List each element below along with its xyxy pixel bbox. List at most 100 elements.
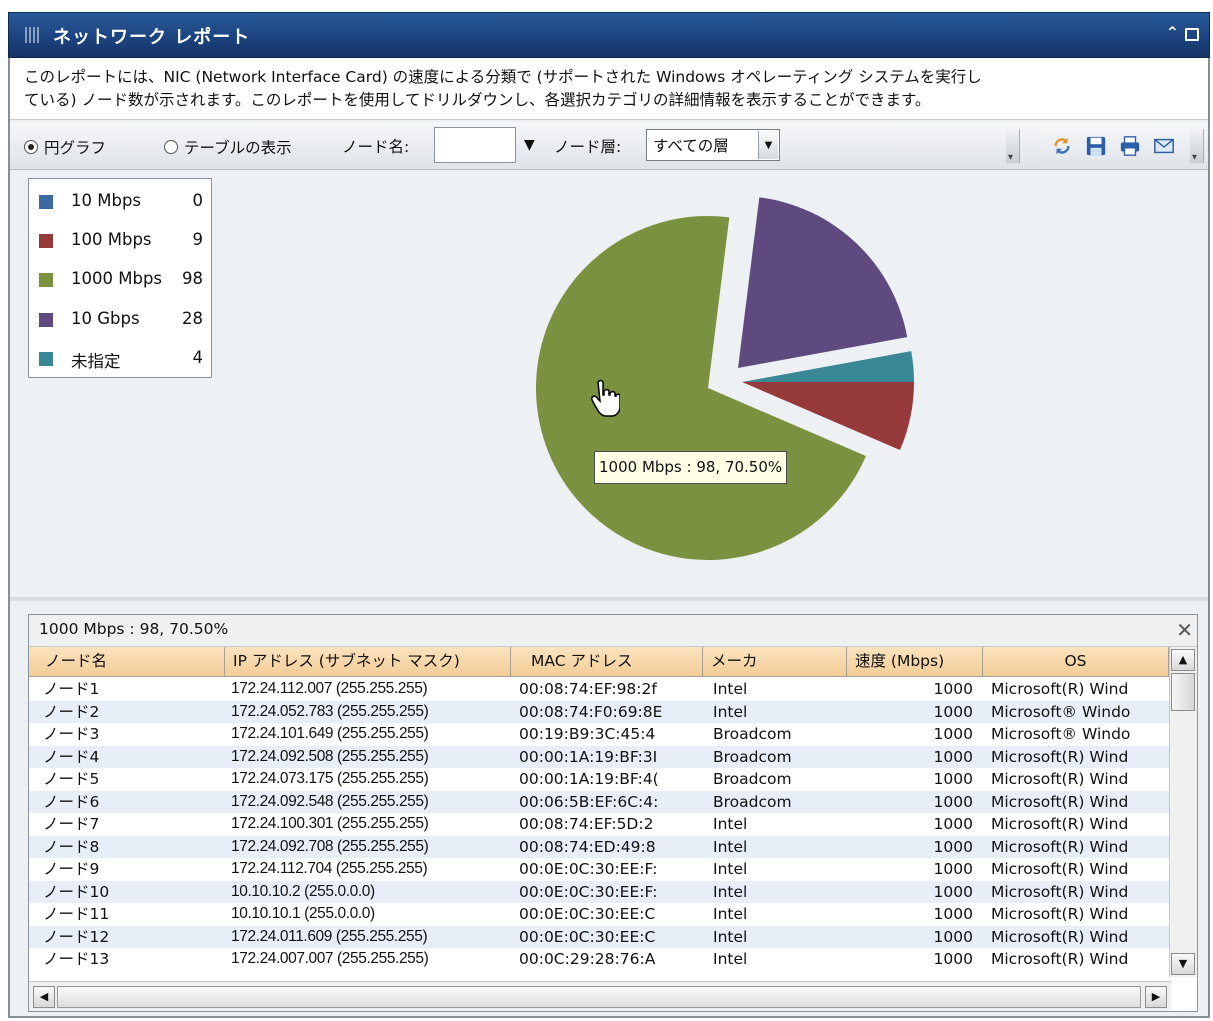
- table-cell: Microsoft(R) Wind: [991, 860, 1129, 878]
- table-cell: Intel: [713, 837, 748, 856]
- table-cell: Broadcom: [713, 747, 792, 766]
- table-cell: 172.24.092.548 (255.255.255): [231, 792, 429, 810]
- table-cell: 00:08:74:F0:69:8E: [519, 702, 663, 721]
- table-cell: ノード1: [43, 680, 100, 698]
- splitter[interactable]: [10, 597, 1208, 601]
- scroll-right-icon[interactable]: ▶: [1145, 986, 1167, 1008]
- table-cell: 00:08:74:EF:98:2f: [519, 680, 657, 698]
- table-cell: Intel: [713, 680, 748, 698]
- table-row[interactable]: ノード3 172.24.101.649 (255.255.255) 00:19:B9…: [29, 723, 1169, 746]
- table-row[interactable]: ノード2 172.24.052.783 (255.255.255) 00:08:74…: [29, 700, 1169, 723]
- table-row[interactable]: ノード8 172.24.092.708 (255.255.255) 00:08:74…: [29, 835, 1169, 858]
- column-header-os[interactable]: OS: [983, 647, 1169, 677]
- table-row[interactable]: ノード4 172.24.092.508 (255.255.255) 00:00:1A…: [29, 745, 1169, 768]
- table-cell: 1000: [933, 837, 973, 856]
- table-cell: Intel: [713, 882, 748, 901]
- table-cell: 00:0E:0C:30:EE:F:: [519, 860, 658, 878]
- table-cell: 1000: [933, 770, 973, 788]
- table-cell: Intel: [713, 905, 748, 923]
- table-cell: 172.24.092.508 (255.255.255): [231, 747, 429, 765]
- pie-chart: [535, 197, 914, 560]
- scroll-thumb[interactable]: [1171, 673, 1195, 711]
- table-cell: ノード3: [43, 725, 100, 743]
- table-cell: Microsoft(R) Wind: [991, 837, 1129, 856]
- table-cell: 00:08:74:EF:5D:2: [519, 815, 654, 833]
- scroll-up-icon[interactable]: ▲: [1171, 649, 1195, 671]
- table-cell: Broadcom: [713, 792, 792, 811]
- table-cell: Microsoft(R) Wind: [991, 905, 1129, 923]
- grid-caption-bar: 1000 Mbps : 98, 70.50% ✕: [29, 615, 1197, 647]
- chart-tooltip: 1000 Mbps : 98, 70.50%: [594, 451, 788, 484]
- grid-rows: ノード1 172.24.112.007 (255.255.255) 00:08:74…: [29, 678, 1169, 978]
- table-cell: 1000: [933, 702, 973, 721]
- table-cell: 1000: [933, 860, 973, 878]
- table-cell: 00:00:1A:19:BF:4(: [519, 770, 659, 788]
- table-cell: 1000: [933, 680, 973, 698]
- pie-slice-10-gbps[interactable]: [738, 197, 908, 368]
- table-cell: ノード4: [43, 747, 100, 766]
- column-header-mac-address[interactable]: MAC アドレス: [511, 647, 703, 677]
- hand-cursor-icon: [591, 379, 620, 417]
- table-row[interactable]: ノード1 172.24.112.007 (255.255.255) 00:08:74…: [29, 678, 1169, 701]
- table-cell: Broadcom: [713, 725, 792, 743]
- column-header-speed[interactable]: 速度 (Mbps): [847, 647, 983, 677]
- table-cell: 172.24.101.649 (255.255.255): [231, 725, 429, 742]
- table-cell: 10.10.10.1 (255.0.0.0): [231, 905, 375, 922]
- table-cell: 172.24.011.609 (255.255.255): [231, 927, 428, 945]
- table-cell: Microsoft® Windo: [991, 702, 1131, 721]
- table-cell: Intel: [713, 950, 748, 968]
- table-cell: Microsoft(R) Wind: [991, 882, 1129, 901]
- table-row[interactable]: ノード10 10.10.10.2 (255.0.0.0) 00:0E:0C:30:E…: [29, 880, 1169, 903]
- table-cell: ノード2: [43, 702, 100, 721]
- table-cell: Intel: [713, 702, 748, 721]
- table-cell: ノード11: [43, 905, 110, 923]
- table-cell: Microsoft(R) Wind: [991, 950, 1129, 968]
- table-cell: ノード8: [43, 837, 100, 856]
- table-cell: Broadcom: [713, 770, 792, 788]
- table-cell: ノード6: [43, 792, 100, 811]
- table-cell: ノード7: [43, 815, 100, 833]
- scroll-down-icon[interactable]: ▼: [1171, 953, 1195, 975]
- table-cell: 172.24.073.175 (255.255.255): [231, 770, 429, 787]
- column-header-manufacturer[interactable]: メーカ: [703, 647, 847, 677]
- table-cell: Intel: [713, 927, 748, 946]
- vertical-scrollbar[interactable]: ▲ ▼: [1169, 647, 1197, 977]
- table-row[interactable]: ノード9 172.24.112.704 (255.255.255) 00:0E:0C…: [29, 858, 1169, 881]
- table-cell: 172.24.052.783 (255.255.255): [231, 702, 429, 720]
- table-cell: 172.24.112.704 (255.255.255): [231, 860, 428, 877]
- table-cell: 00:00:1A:19:BF:3I: [519, 747, 658, 766]
- table-cell: Microsoft(R) Wind: [991, 747, 1129, 766]
- table-cell: 00:19:B9:3C:45:4: [519, 725, 656, 743]
- detail-grid-panel: 1000 Mbps : 98, 70.50% ✕ ノード名 IP アドレス (サ…: [28, 614, 1198, 1012]
- table-cell: 00:06:5B:EF:6C:4:: [519, 792, 659, 811]
- table-cell: 172.24.100.301 (255.255.255): [231, 815, 429, 832]
- table-row[interactable]: ノード13 172.24.007.007 (255.255.255) 00:0C:2…: [29, 948, 1169, 971]
- table-cell: 1000: [933, 747, 973, 766]
- horizontal-scrollbar[interactable]: ◀ ▶: [29, 981, 1171, 1011]
- table-row[interactable]: ノード7 172.24.100.301 (255.255.255) 00:08:74…: [29, 813, 1169, 836]
- table-cell: 1000: [933, 905, 973, 923]
- column-header-ip-address[interactable]: IP アドレス (サブネット マスク): [225, 647, 511, 677]
- scroll-left-icon[interactable]: ◀: [33, 986, 55, 1008]
- table-row[interactable]: ノード5 172.24.073.175 (255.255.255) 00:00:1A…: [29, 768, 1169, 791]
- horizontal-scroll-thumb[interactable]: [57, 986, 1141, 1008]
- close-icon[interactable]: ✕: [1176, 618, 1193, 642]
- table-cell: Microsoft(R) Wind: [991, 680, 1129, 698]
- table-cell: 1000: [933, 882, 973, 901]
- table-cell: 00:0E:0C:30:EE:C: [519, 905, 656, 923]
- table-cell: 172.24.007.007 (255.255.255): [231, 950, 429, 967]
- table-cell: Intel: [713, 860, 748, 878]
- table-cell: 1000: [933, 815, 973, 833]
- table-cell: 172.24.092.708 (255.255.255): [231, 837, 429, 855]
- column-header-node-name[interactable]: ノード名: [29, 647, 225, 677]
- table-cell: Microsoft(R) Wind: [991, 770, 1129, 788]
- table-cell: ノード12: [43, 927, 110, 946]
- table-cell: Intel: [713, 815, 748, 833]
- table-cell: 00:0E:0C:30:EE:C: [519, 927, 656, 946]
- table-cell: Microsoft(R) Wind: [991, 792, 1129, 811]
- table-row[interactable]: ノード11 10.10.10.1 (255.0.0.0) 00:0E:0C:30:E…: [29, 903, 1169, 926]
- table-cell: Microsoft® Windo: [991, 725, 1131, 743]
- table-row[interactable]: ノード6 172.24.092.548 (255.255.255) 00:06:5B…: [29, 790, 1169, 813]
- table-cell: 10.10.10.2 (255.0.0.0): [231, 882, 375, 900]
- table-row[interactable]: ノード12 172.24.011.609 (255.255.255) 00:0E:0…: [29, 925, 1169, 948]
